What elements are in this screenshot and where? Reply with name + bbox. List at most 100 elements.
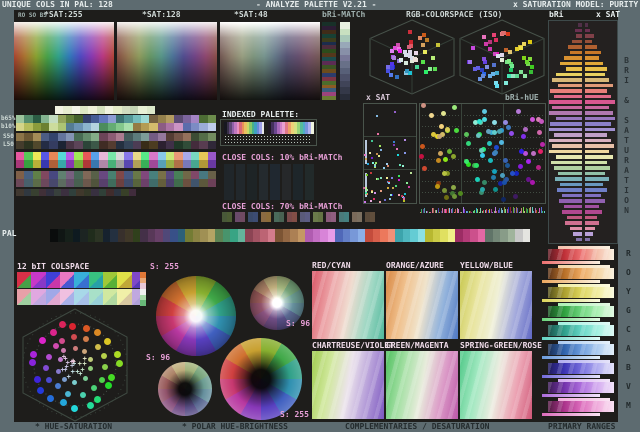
hue-wheel-dot bbox=[46, 377, 52, 383]
scatter-dot bbox=[393, 144, 395, 146]
primary-range-strip-M bbox=[548, 401, 614, 412]
primary-range-letter: R bbox=[626, 250, 631, 258]
scatter-dot bbox=[525, 60, 529, 64]
footer-polar-hue-brightness[interactable]: * POLAR HUE-BRIGHTNESS bbox=[182, 423, 288, 431]
scatter-dot bbox=[503, 158, 508, 163]
swatch bbox=[440, 229, 448, 242]
scatter-dot bbox=[373, 198, 375, 200]
sat-column-header[interactable]: x SAT bbox=[596, 11, 620, 19]
swatch bbox=[259, 164, 269, 200]
colspace-tile bbox=[17, 272, 31, 288]
scatter-dot bbox=[402, 165, 404, 167]
scatter-dot bbox=[403, 198, 405, 200]
swatch bbox=[470, 229, 478, 242]
scatter-dot bbox=[421, 103, 426, 108]
hue-wheel-dot bbox=[72, 380, 77, 385]
colspace-tile bbox=[31, 289, 45, 305]
sat-255-toggle[interactable]: *SAT:255 bbox=[44, 11, 83, 19]
swatch bbox=[125, 229, 133, 242]
scatter-dot bbox=[480, 153, 485, 158]
sat-128-toggle[interactable]: *SAT:128 bbox=[142, 11, 181, 19]
hue-wheel-dot bbox=[88, 357, 93, 362]
scatter-dot bbox=[528, 40, 532, 44]
scatter-dot bbox=[471, 46, 475, 50]
scatter-dot bbox=[540, 142, 545, 147]
colspace-tile bbox=[103, 272, 117, 288]
x-sat-panel-label[interactable]: x SAT bbox=[366, 94, 390, 102]
comp-tile-spring-green-rose bbox=[460, 351, 532, 419]
gradient-strip bbox=[16, 171, 216, 179]
swatch bbox=[293, 164, 303, 200]
pal-label: PAL bbox=[2, 230, 16, 238]
sat-48-toggle[interactable]: *SAT:48 bbox=[234, 11, 268, 19]
sat-scatter-mid bbox=[364, 138, 415, 168]
swatch bbox=[118, 229, 126, 242]
colspace-tiles-bottom bbox=[17, 289, 146, 305]
close-color-pair bbox=[313, 212, 323, 222]
scatter-dot bbox=[403, 200, 405, 202]
scatter-dot bbox=[482, 109, 487, 114]
scatter-dot bbox=[364, 201, 366, 203]
comp-tile-chartreuse-violet bbox=[312, 351, 384, 419]
gradient-strip bbox=[16, 123, 216, 131]
strip-label: S50 bbox=[3, 134, 14, 140]
saturation-model-toggle[interactable]: x SATURATION MODEL: PURITY bbox=[513, 1, 638, 9]
bri-hue-panel-label[interactable]: bRi-hUE bbox=[505, 94, 539, 102]
close-color-pair bbox=[339, 212, 349, 222]
scatter-dot bbox=[444, 195, 449, 200]
colspace-title: 12 bIT COLSPACE bbox=[17, 263, 89, 271]
scatter-dot bbox=[374, 165, 376, 167]
disk-label-s255-dark: S: 255 bbox=[280, 411, 309, 419]
scatter-dot bbox=[389, 198, 391, 200]
colspace-tile bbox=[89, 272, 103, 288]
bri-match-toggle[interactable]: bRi-MATCh bbox=[322, 11, 365, 19]
swatch bbox=[110, 229, 118, 242]
strip-label: b10% bbox=[1, 124, 15, 130]
scatter-dot bbox=[441, 111, 446, 116]
swatch bbox=[448, 229, 456, 242]
scatter-dot bbox=[499, 140, 504, 145]
swatch bbox=[418, 229, 426, 242]
disk-label-s96-dark: S: 96 bbox=[146, 354, 170, 362]
swatch bbox=[282, 164, 292, 200]
scatter-dot bbox=[492, 33, 496, 37]
scatter-dot bbox=[530, 180, 535, 185]
strip-label: L50 bbox=[3, 142, 14, 148]
hue-wheel-dot bbox=[102, 364, 108, 370]
swatch bbox=[290, 229, 298, 242]
polar-disk-s255-dark bbox=[220, 338, 302, 420]
swatch bbox=[224, 164, 234, 200]
gradient-strip bbox=[16, 179, 216, 187]
swatch bbox=[133, 229, 141, 242]
indexed-palette-title: INDEXED PALETTE: bbox=[222, 111, 299, 119]
scatter-dot bbox=[537, 130, 542, 135]
scatter-dot bbox=[383, 167, 385, 169]
swatch bbox=[185, 229, 193, 242]
close-color-pair bbox=[261, 212, 271, 222]
scatter-dot bbox=[367, 163, 369, 165]
scatter-dot bbox=[376, 115, 378, 117]
swatch bbox=[215, 229, 223, 242]
scatter-dot bbox=[406, 182, 408, 184]
hue-wheel-dot bbox=[60, 399, 67, 406]
scatter-dot bbox=[391, 177, 393, 179]
sort-keys-label[interactable]: RO SO BS bbox=[18, 13, 47, 19]
hue-density-strip bbox=[420, 205, 545, 213]
bri-column-header[interactable]: bRi bbox=[549, 11, 563, 19]
scatter-dot bbox=[380, 190, 382, 192]
comp-label-green-magenta: GREEN/MAGENTA bbox=[386, 342, 449, 350]
swatch bbox=[340, 94, 350, 101]
scatter-dot bbox=[476, 133, 481, 138]
scatter-dot bbox=[536, 165, 541, 170]
bri-match-column bbox=[322, 22, 336, 100]
scatter-dot bbox=[521, 134, 526, 139]
disk-label-s255: S: 255 bbox=[150, 263, 179, 271]
polar-disk-s255-bright bbox=[156, 276, 236, 356]
analyze-palette-app: UNIQUE COLS IN PAL: 128 - ANALYZE PALETT… bbox=[0, 0, 640, 432]
scatter-dot bbox=[387, 165, 389, 167]
scatter-dot bbox=[506, 125, 511, 130]
footer-hue-saturation[interactable]: * HUE-SATURATION bbox=[35, 423, 112, 431]
map-shade-overlay bbox=[220, 22, 320, 100]
gradient-strip bbox=[16, 189, 136, 196]
primary-range-letter: Y bbox=[626, 288, 631, 296]
